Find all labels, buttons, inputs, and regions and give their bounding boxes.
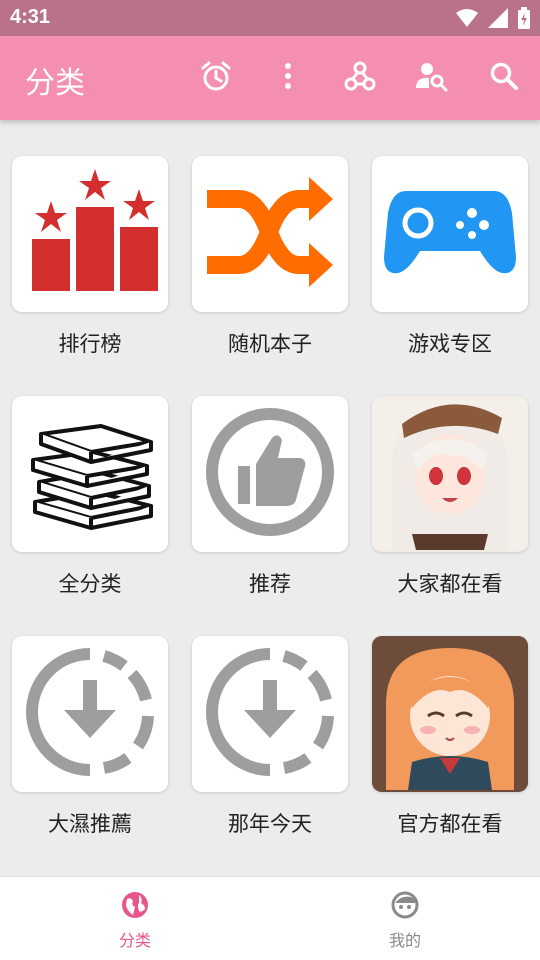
page-title: 分类	[25, 66, 85, 101]
user-search-button[interactable]	[414, 60, 450, 96]
download-progress-icon	[204, 646, 336, 782]
alarm-button[interactable]	[198, 60, 234, 96]
signal-icon	[488, 8, 508, 32]
books-icon	[25, 412, 155, 536]
tile-master-recommend[interactable]: 大濕推薦	[12, 636, 168, 838]
person-search-icon	[415, 60, 449, 96]
search-icon	[489, 61, 519, 95]
gamepad-icon	[384, 187, 516, 281]
battery-icon	[518, 7, 530, 33]
tile-ranking[interactable]: 排行榜	[12, 156, 168, 358]
shuffle-icon	[205, 177, 335, 291]
tile-label: 游戏专区	[408, 332, 492, 356]
tile-all-categories[interactable]: 全分类	[12, 396, 168, 598]
tile-card	[12, 396, 168, 552]
webhook-icon	[344, 60, 376, 96]
more-options-button[interactable]	[270, 60, 306, 96]
tile-random[interactable]: 随机本子	[192, 156, 348, 358]
ranking-icon	[20, 167, 160, 301]
tile-card	[372, 636, 528, 792]
status-icons	[456, 7, 530, 33]
tile-label: 官方都在看	[397, 812, 503, 836]
face-icon	[391, 891, 419, 923]
tile-card	[192, 636, 348, 792]
bottom-navigation: 分类 我的	[0, 876, 540, 960]
nav-label: 我的	[388, 931, 421, 950]
tile-this-day[interactable]: 那年今天	[192, 636, 348, 838]
tile-label: 全分类	[58, 572, 122, 596]
more-vert-icon	[283, 62, 293, 94]
tile-official-watching[interactable]: 官方都在看	[372, 636, 528, 838]
tile-card	[12, 156, 168, 312]
tile-label: 大家都在看	[397, 572, 503, 596]
tile-label: 大濕推薦	[48, 812, 132, 836]
tile-card	[192, 156, 348, 312]
wifi-icon	[456, 8, 478, 32]
tile-card	[192, 396, 348, 552]
tile-recommend[interactable]: 推荐	[192, 396, 348, 598]
tile-card	[372, 396, 528, 552]
status-time: 4:31	[10, 6, 51, 28]
tile-card	[372, 156, 528, 312]
tile-label: 随机本子	[228, 332, 312, 356]
thumbs-up-icon	[204, 406, 336, 542]
anime-girl-white-hair-image	[372, 396, 528, 552]
tile-label: 那年今天	[228, 812, 312, 836]
app-bar: 分类	[0, 36, 540, 120]
globe-icon	[121, 892, 149, 923]
nav-label: 分类	[118, 931, 151, 950]
anime-girl-orange-hair-image	[372, 636, 528, 792]
nav-item-categories[interactable]: 分类	[85, 891, 185, 951]
search-button[interactable]	[486, 60, 522, 96]
status-bar: 4:31	[0, 0, 540, 36]
tile-label: 推荐	[249, 572, 291, 596]
alarm-icon	[199, 59, 233, 97]
webhook-button[interactable]	[342, 60, 378, 96]
nav-item-mine[interactable]: 我的	[355, 891, 455, 951]
tile-games[interactable]: 游戏专区	[372, 156, 528, 358]
tile-label: 排行榜	[58, 332, 122, 356]
download-progress-icon	[24, 646, 156, 782]
tile-everyone-watching[interactable]: 大家都在看	[372, 396, 528, 598]
tile-card	[12, 636, 168, 792]
